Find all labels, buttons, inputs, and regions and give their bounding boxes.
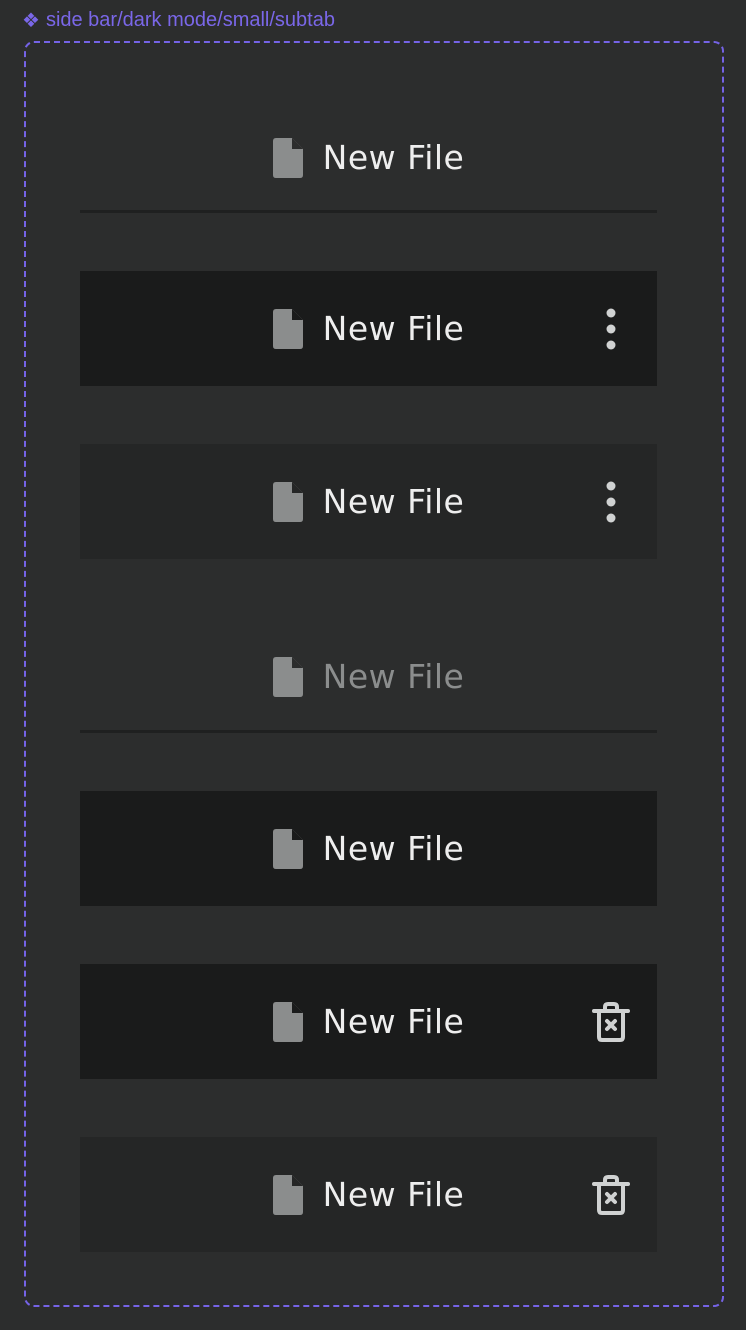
file-icon: [272, 137, 303, 178]
more-vertical-icon: [606, 481, 616, 522]
delete-button[interactable]: [591, 1172, 631, 1218]
subtab-label: New File: [322, 138, 465, 177]
subtab-label: New File: [322, 657, 465, 696]
file-icon: [272, 828, 303, 869]
file-icon: [272, 1174, 303, 1215]
subtab-label: New File: [322, 482, 465, 521]
file-icon: [272, 308, 303, 349]
subtab-label: New File: [322, 829, 465, 868]
more-options-button[interactable]: [591, 479, 631, 525]
file-icon: [272, 656, 303, 697]
component-label: ❖ side bar/dark mode/small/subtab: [22, 9, 335, 32]
trash-x-icon: [592, 1174, 630, 1215]
trash-x-icon: [592, 1001, 630, 1042]
divider: [80, 730, 657, 733]
subtab-label: New File: [322, 1002, 465, 1041]
divider: [80, 210, 657, 213]
subtab-label: New File: [322, 1175, 465, 1214]
subtab-item-disabled: New File: [80, 619, 657, 734]
component-diamond-icon: ❖: [22, 9, 40, 32]
component-label-text: side bar/dark mode/small/subtab: [45, 9, 335, 31]
subtab-label: New File: [322, 309, 465, 348]
subtab-item-hover[interactable]: New File: [80, 444, 657, 559]
file-icon: [272, 481, 303, 522]
file-icon: [272, 1001, 303, 1042]
subtab-item-selected[interactable]: New File: [80, 271, 657, 386]
subtab-item-default[interactable]: New File: [80, 100, 657, 215]
more-vertical-icon: [606, 308, 616, 349]
delete-button[interactable]: [591, 999, 631, 1045]
more-options-button[interactable]: [591, 306, 631, 352]
subtab-item-selected[interactable]: New File: [80, 791, 657, 906]
subtab-item-selected[interactable]: New File: [80, 964, 657, 1079]
subtab-item-hover[interactable]: New File: [80, 1137, 657, 1252]
